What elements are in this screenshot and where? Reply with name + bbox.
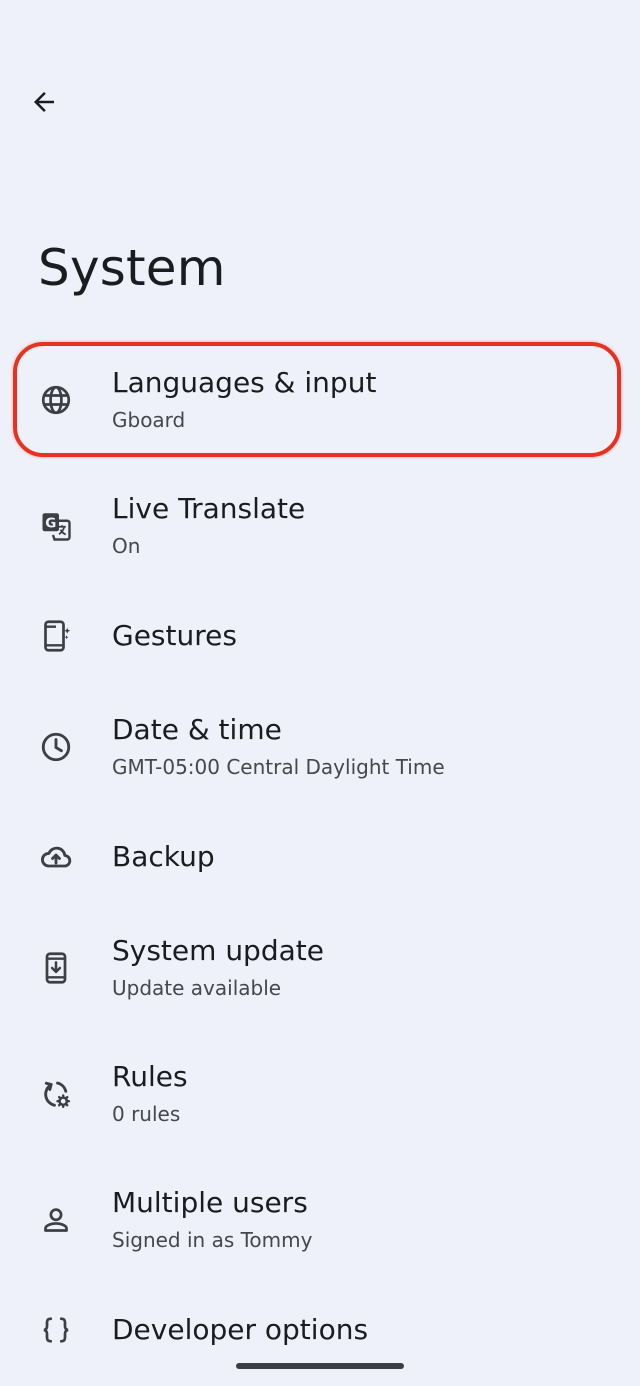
setting-live-translate[interactable]: G Live Translate On	[0, 471, 640, 581]
setting-label: System update	[112, 934, 324, 967]
gesture-nav-handle[interactable]	[236, 1363, 404, 1369]
person-icon	[36, 1200, 76, 1240]
setting-label: Date & time	[112, 713, 282, 746]
setting-rules[interactable]: Rules 0 rules	[0, 1039, 640, 1149]
setting-summary: On	[112, 534, 141, 558]
setting-summary: Update available	[112, 976, 282, 1000]
setting-label: Live Translate	[112, 492, 306, 525]
setting-summary: Signed in as Tommy	[112, 1228, 313, 1252]
setting-system-update[interactable]: System update Update available	[0, 913, 640, 1023]
setting-languages-input[interactable]: Languages & input Gboard	[0, 345, 640, 455]
cloud-upload-icon	[36, 837, 76, 877]
setting-label: Developer options	[112, 1313, 369, 1346]
setting-label: Gestures	[112, 619, 237, 652]
setting-label: Backup	[112, 840, 215, 873]
rules-icon	[36, 1074, 76, 1114]
setting-label: Languages & input	[112, 366, 377, 399]
settings-list: Languages & input Gboard G Live Translat…	[0, 0, 640, 1386]
globe-icon	[36, 380, 76, 420]
setting-summary: GMT-05:00 Central Daylight Time	[112, 755, 445, 779]
braces-icon	[36, 1310, 76, 1350]
setting-label: Multiple users	[112, 1186, 308, 1219]
setting-backup[interactable]: Backup	[0, 802, 640, 912]
translate-icon: G	[36, 506, 76, 546]
setting-multiple-users[interactable]: Multiple users Signed in as Tommy	[0, 1165, 640, 1275]
setting-summary: Gboard	[112, 408, 186, 432]
setting-label: Rules	[112, 1060, 188, 1093]
setting-date-time[interactable]: Date & time GMT-05:00 Central Daylight T…	[0, 692, 640, 802]
gestures-phone-icon	[36, 616, 76, 656]
svg-text:G: G	[45, 516, 56, 532]
setting-summary: 0 rules	[112, 1102, 181, 1126]
setting-gestures[interactable]: Gestures	[0, 581, 640, 691]
clock-icon	[36, 727, 76, 767]
system-update-icon	[36, 948, 76, 988]
